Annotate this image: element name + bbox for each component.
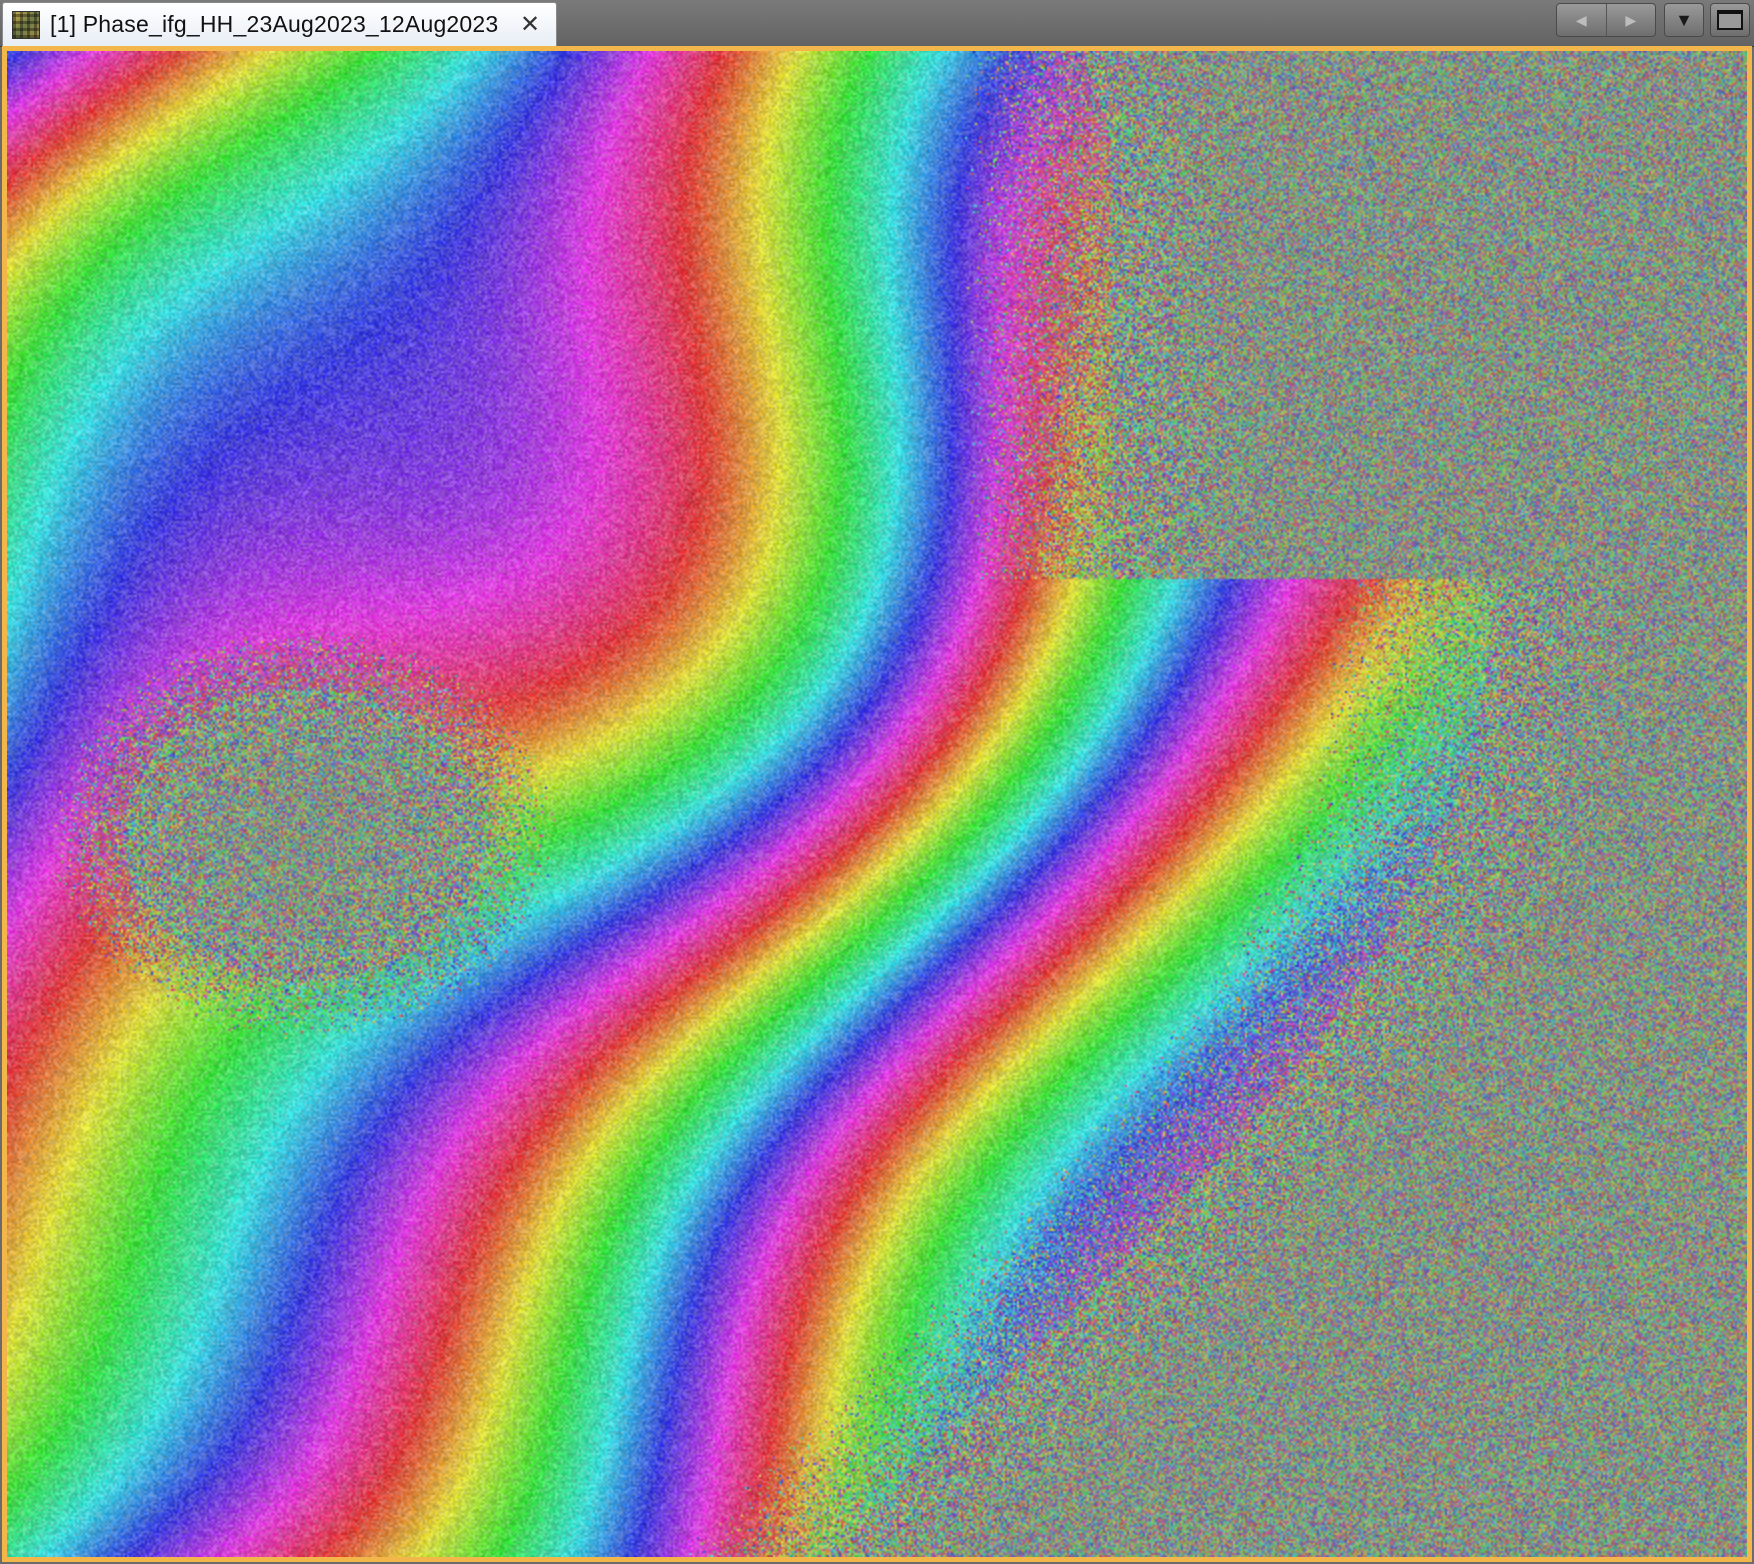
raster-band-icon <box>12 10 40 39</box>
chevron-down-icon: ▼ <box>1675 9 1693 30</box>
maximize-button[interactable] <box>1710 3 1750 37</box>
next-tab-button[interactable]: ▶ <box>1605 4 1656 36</box>
close-icon[interactable]: ✕ <box>516 11 544 39</box>
image-view[interactable] <box>2 46 1752 1562</box>
tab-bar: [1] Phase_ifg_HH_23Aug2023_12Aug2023 ✕ ◀… <box>0 0 1754 47</box>
image-tab[interactable]: [1] Phase_ifg_HH_23Aug2023_12Aug2023 ✕ <box>2 2 557 46</box>
tab-list-dropdown-button[interactable]: ▼ <box>1664 3 1704 37</box>
phase-image-canvas[interactable] <box>7 51 1747 1557</box>
phase-image[interactable] <box>7 51 1747 1557</box>
maximize-icon <box>1717 10 1743 30</box>
previous-tab-button[interactable]: ◀ <box>1557 4 1606 36</box>
tab-title: [1] Phase_ifg_HH_23Aug2023_12Aug2023 <box>50 11 499 37</box>
tab-navigation: ◀ ▶ <box>1556 3 1656 37</box>
